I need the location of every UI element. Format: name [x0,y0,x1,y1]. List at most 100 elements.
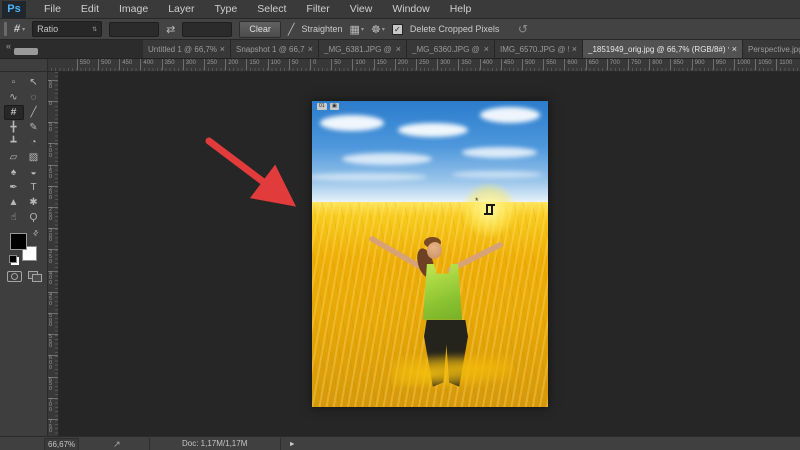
close-icon[interactable]: × [396,44,401,54]
brush-tool[interactable]: ✎ [24,120,44,135]
document-size-info[interactable]: Doc: 1,17M/1,17M [148,438,281,450]
delete-cropped-pixels-checkbox[interactable]: ✓ [391,23,403,35]
screen-mode-button[interactable] [27,271,42,282]
ruler-label: 350 [161,59,175,70]
ruler-label: 7 5 0 [48,419,58,434]
menu-type[interactable]: Type [204,0,247,18]
collapse-docks-icon[interactable]: « [6,41,11,51]
export-icon[interactable]: ↗ [113,439,121,450]
crop-height-input[interactable] [182,21,233,37]
ruler-label: 100 [352,59,365,70]
quick-mask-button[interactable] [6,271,22,282]
tools-panel: ▫ ↖ ∿ ◌ # ╱ ╋ ✎ ┻ ◔ ▱ ▨ ♠ ◒ ✒ T ▲ ✱ ☝ Ϙ ⇄ [0,72,48,436]
menu-window[interactable]: Window [382,0,439,18]
swap-dimensions-icon[interactable]: ⇄ [166,23,175,36]
move-tool[interactable]: ↖ [24,75,44,90]
menu-filter[interactable]: Filter [296,0,339,18]
lasso-tool[interactable]: ∿ [4,90,24,105]
close-icon[interactable]: × [484,44,489,54]
dodge-tool[interactable]: ◒ [24,165,44,180]
crop-options-bar: # ▾ Ratio ⇅ ⇄ Clear ╱ Straighten ▦ ▾ ☸ ▾… [0,19,800,40]
close-icon[interactable]: × [732,44,737,54]
crop-tool[interactable]: # [3,105,24,120]
spot-healing-brush-tool[interactable]: ╋ [4,120,24,135]
hand-tool[interactable]: ☝ [4,210,24,225]
document-tab[interactable]: _MG_6381.JPG @ 66,7…× [319,40,407,58]
ruler-label: 4 0 0 [48,270,58,285]
menu-file[interactable]: File [34,0,71,18]
ruler-label: 2 5 0 [48,207,58,222]
status-bar: 66,67% ↗ Doc: 1,17M/1,17M ► [0,436,800,450]
ruler-label: 250 [416,59,429,70]
document-tab-active[interactable]: _1851949_orig.jpg @ 66,7% (RGB/8#) * × [583,40,743,58]
close-icon[interactable]: × [308,44,313,54]
zoom-tool[interactable]: Ϙ [24,210,44,225]
foreground-color-swatch[interactable] [9,233,27,250]
reset-icon[interactable]: ↺ [518,22,528,36]
document-tab[interactable]: IMG_6570.JPG @ 50% …× [495,40,583,58]
ruler-label: 0 [48,101,58,107]
crop-tool-preset[interactable]: # ▾ [13,23,25,35]
ruler-label: 800 [649,59,662,70]
crop-settings-button[interactable]: ☸ ▾ [371,23,385,36]
clone-stamp-tool[interactable]: ┻ [4,135,24,150]
path-selection-tool[interactable]: ▲ [4,195,24,210]
document-tab[interactable]: Perspective.jpg @ 50%…× [743,40,800,58]
clear-button[interactable]: Clear [239,20,281,38]
ruler-label: 250 [204,59,217,70]
vertical-ruler[interactable]: 5 0 0 5 0 1 0 0 1 5 0 2 0 0 2 5 0 3 0 0 3 5 0 4 0… [48,72,59,436]
ruler-label: 550 [76,59,90,70]
delete-cropped-pixels-label[interactable]: Delete Cropped Pixels [410,24,500,34]
document-tab[interactable]: Untitled 1 @ 66,7% (R…× [143,40,231,58]
menu-help[interactable]: Help [440,0,482,18]
gradient-tool[interactable]: ▨ [24,150,44,165]
default-colors-icon[interactable] [8,255,17,263]
photo-sky [312,101,548,202]
menu-view[interactable]: View [340,0,383,18]
pen-tool[interactable]: ✒ [4,180,24,195]
horizontal-ruler[interactable]: 550 500 450 400 350 300 250 200 150 100 50 0 50 100 15… [0,59,800,72]
document-canvas[interactable]: * 01 ▣ [312,101,548,407]
rectangular-marquee-tool[interactable]: ▫ [4,75,24,90]
status-expand-arrow[interactable]: ► [289,441,296,448]
swap-colors-icon[interactable]: ⇄ [31,228,40,238]
eraser-tool[interactable]: ▱ [4,150,24,165]
custom-shape-tool[interactable]: ✱ [24,195,44,210]
eyedropper-tool[interactable]: ╱ [24,105,44,120]
ruler-label: 900 [691,59,705,70]
close-icon[interactable]: × [572,44,577,54]
blur-tool[interactable]: ♠ [4,165,24,180]
ruler-label: 500 [522,59,535,70]
menu-edit[interactable]: Edit [71,0,109,18]
crop-width-input[interactable] [109,21,160,37]
history-brush-tool[interactable]: ◔ [24,135,44,150]
straighten-label[interactable]: Straighten [302,24,343,34]
ruler-label: 50 [288,59,298,70]
ruler-label: 3 0 0 [48,228,58,243]
overlay-options-button[interactable]: ▦ ▾ [350,23,364,36]
ruler-label: 1050 [755,59,772,70]
aspect-ratio-select[interactable]: Ratio ⇅ [32,21,103,37]
type-tool[interactable]: T [24,180,44,195]
options-bar-grabber[interactable] [4,22,7,36]
document-tab[interactable]: Snapshot 1 @ 66,7% (…× [231,40,319,58]
document-tabs: Untitled 1 @ 66,7% (R…×Snapshot 1 @ 66,7… [143,40,800,58]
quick-selection-tool[interactable]: ◌ [24,90,44,105]
straighten-icon[interactable]: ╱ [288,23,295,36]
ruler-label: 700 [606,59,620,70]
tools-panel-grabber[interactable] [14,48,38,55]
close-icon[interactable]: × [220,44,225,54]
ruler-label: 1 5 0 [48,164,58,179]
ruler-label: 4 5 0 [48,291,58,307]
tab-label: _1851949_orig.jpg @ 66,7% (RGB/8#) * [588,44,729,54]
ruler-label: 1 0 0 [48,143,58,158]
zoom-level-field[interactable]: 66,67% [44,437,80,450]
click-sparkle: * [475,196,479,206]
document-tab[interactable]: _MG_6360.JPG @ 66,7…× [407,40,495,58]
menu-select[interactable]: Select [247,0,296,18]
menu-items: File Edit Image Layer Type Select Filter View Wi… [34,0,481,18]
menu-layer[interactable]: Layer [158,0,204,18]
canvas-area[interactable]: * 01 ▣ [59,72,800,436]
color-swatches: ⇄ [8,228,40,263]
menu-image[interactable]: Image [109,0,158,18]
